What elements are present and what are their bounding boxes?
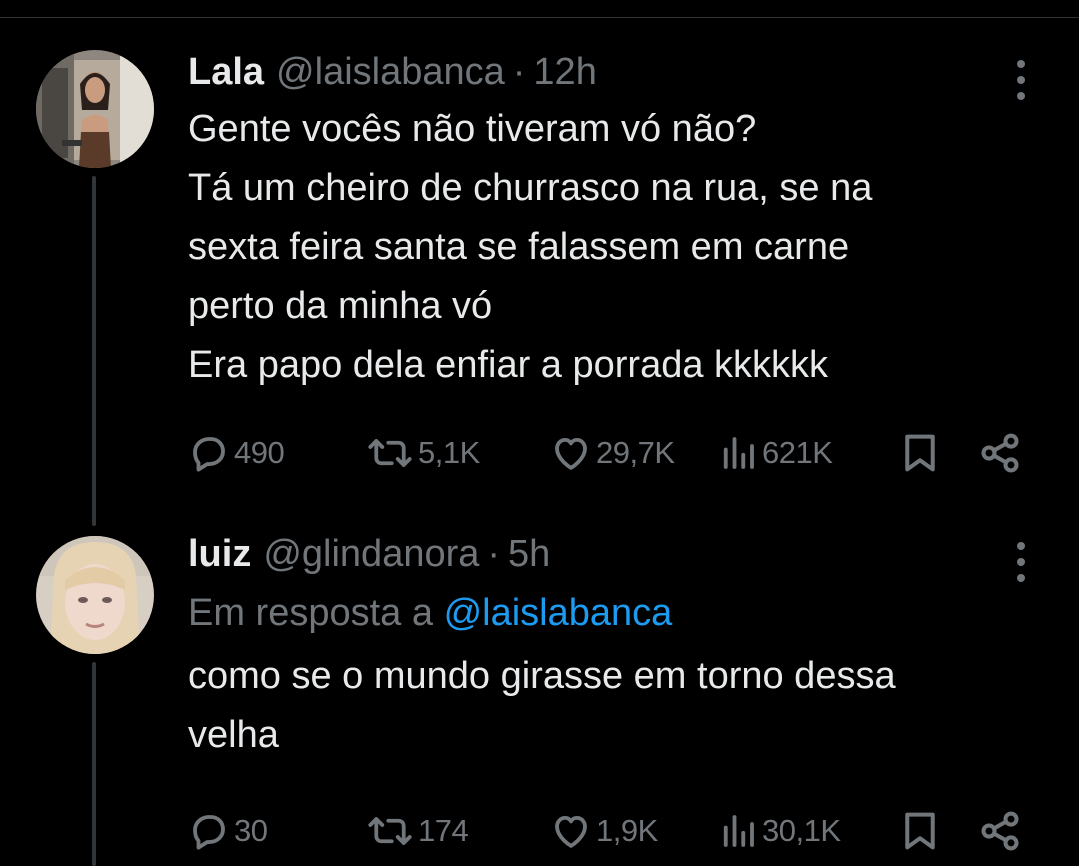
views-count: 621K (762, 435, 833, 470)
like-button[interactable]: 1,9K (550, 806, 658, 856)
bookmark-button[interactable] (900, 806, 940, 856)
user-handle[interactable]: @glindanora (263, 532, 479, 576)
bookmark-icon (905, 812, 935, 850)
reply-prefix: Em resposta a (188, 592, 433, 634)
thread-line (92, 662, 96, 866)
views-count: 30,1K (762, 813, 841, 848)
share-button[interactable] (978, 428, 1022, 478)
separator-dot: · (512, 51, 526, 93)
top-divider (0, 17, 1079, 18)
tweet-text: Gente vocês não tiveram vó não? Tá um ch… (188, 108, 873, 386)
reply-count: 30 (234, 813, 268, 848)
reply-button[interactable]: 490 (188, 428, 285, 478)
user-handle[interactable]: @laislabanca (276, 50, 505, 94)
share-icon (981, 811, 1019, 851)
avatar-image (36, 536, 154, 654)
separator-dot: · (487, 533, 501, 575)
views-icon (723, 437, 754, 469)
like-button[interactable]: 29,7K (550, 428, 675, 478)
like-count: 1,9K (596, 813, 658, 848)
share-button[interactable] (978, 806, 1022, 856)
timestamp[interactable]: 12h (533, 50, 596, 94)
repost-button[interactable]: 174 (366, 806, 469, 856)
tweet-actions: 30 174 1,9K 30,1K (188, 806, 1028, 856)
more-icon[interactable] (1014, 542, 1028, 582)
reply-mention-link[interactable]: @laislabanca (444, 592, 673, 634)
more-icon[interactable] (1014, 60, 1028, 100)
repost-count: 5,1K (418, 435, 480, 470)
reply-count: 490 (234, 435, 285, 470)
repost-icon (368, 817, 412, 845)
repost-button[interactable]: 5,1K (366, 428, 480, 478)
tweet-text: como se o mundo girasse em torno dessa v… (188, 655, 896, 756)
reply-icon (193, 437, 225, 472)
tweet[interactable]: luiz @glindanora · 5h Em resposta a @lai… (188, 532, 1048, 765)
tweet[interactable]: Lala @laislabanca · 12h Gente vocês não … (188, 50, 1048, 395)
bookmark-button[interactable] (900, 428, 940, 478)
views-button[interactable]: 30,1K (718, 806, 841, 856)
reply-icon (193, 815, 225, 850)
reply-context: Em resposta a @laislabanca (188, 584, 1048, 643)
repost-icon (368, 439, 412, 467)
avatar-image (36, 50, 154, 168)
tweet-header: luiz @glindanora · 5h (188, 532, 1048, 576)
repost-count: 174 (418, 813, 469, 848)
views-icon (723, 815, 754, 847)
display-name[interactable]: Lala (188, 50, 264, 94)
like-count: 29,7K (596, 435, 675, 470)
avatar[interactable] (36, 536, 154, 654)
avatar[interactable] (36, 50, 154, 168)
tweet-actions: 490 5,1K 29,7K 621K (188, 428, 1028, 478)
heart-icon (555, 815, 587, 848)
thread-line (92, 176, 96, 526)
views-button[interactable]: 621K (718, 428, 833, 478)
share-icon (981, 433, 1019, 473)
display-name[interactable]: luiz (188, 532, 251, 576)
bookmark-icon (905, 434, 935, 472)
reply-button[interactable]: 30 (188, 806, 268, 856)
heart-icon (555, 437, 587, 470)
tweet-header: Lala @laislabanca · 12h (188, 50, 1048, 94)
timestamp[interactable]: 5h (508, 532, 550, 576)
